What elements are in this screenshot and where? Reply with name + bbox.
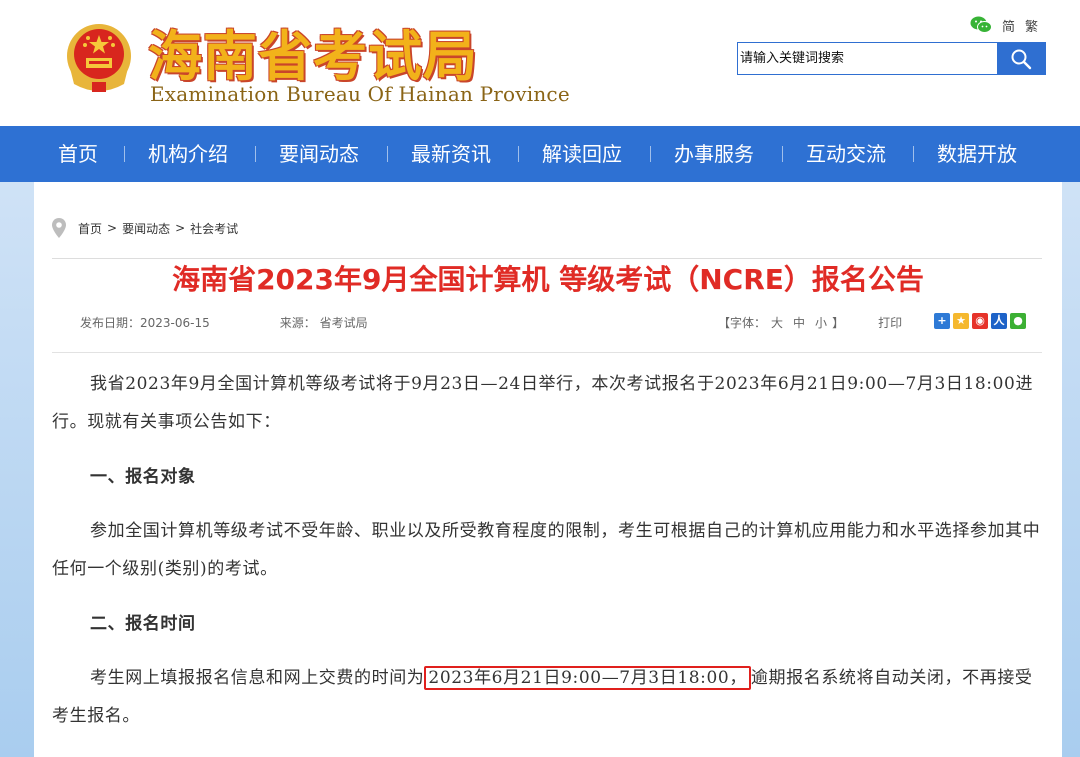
print-button[interactable]: 打印	[878, 314, 902, 331]
nav-item-services[interactable]: 办事服务	[674, 126, 754, 182]
lang-simplified-link[interactable]: 简	[1002, 16, 1015, 35]
share-qzone-icon[interactable]: ★	[953, 313, 969, 329]
nav-separator	[650, 146, 651, 162]
breadcrumb: 首页 > 要闻动态 > 社会考试	[52, 218, 238, 238]
highlighted-registration-time: 2023年6月21日9:00—7月3日18:00，	[424, 666, 751, 690]
article-paragraph: 考生网上填报报名信息和网上交费的时间为 2023年6月21日9:00—7月3日18…	[52, 659, 1042, 735]
font-size-large-button[interactable]: 大	[771, 314, 783, 331]
font-size-medium-button[interactable]: 中	[793, 314, 805, 331]
site-header: 海南省考试局 Examination Bureau Of Hainan Prov…	[0, 0, 1080, 126]
national-emblem-icon	[67, 24, 131, 92]
publish-date-value: 2023-06-15	[140, 316, 210, 330]
source-label: 来源：	[279, 316, 316, 330]
side-background-left	[0, 182, 34, 757]
nav-item-latest[interactable]: 最新资讯	[411, 126, 491, 182]
divider	[52, 258, 1042, 259]
nav-separator	[913, 146, 914, 162]
search-icon	[1011, 49, 1032, 69]
share-plus-icon[interactable]: +	[934, 313, 950, 329]
nav-item-about[interactable]: 机构介绍	[148, 126, 228, 182]
article-title: 海南省2023年9月全国计算机 等级考试（NCRE）报名公告	[172, 263, 924, 296]
article-panel: 首页 > 要闻动态 > 社会考试 海南省2023年9月全国计算机 等级考试（NC…	[34, 182, 1062, 757]
nav-item-interpretation[interactable]: 解读回应	[542, 126, 622, 182]
publish-date-label: 发布日期：	[80, 316, 141, 330]
nav-item-home[interactable]: 首页	[58, 126, 98, 182]
wechat-icon[interactable]	[970, 15, 992, 35]
font-size-label-open: 【字体：	[718, 316, 767, 330]
font-size-label-close: 】	[832, 316, 845, 330]
share-wechat-icon[interactable]: ●	[1010, 313, 1026, 329]
article-paragraph: 参加全国计算机等级考试不受年龄、职业以及所受教育程度的限制，考生可根据自己的计算…	[52, 521, 1041, 579]
publish-date: 发布日期：2023-06-15	[80, 314, 210, 331]
section-heading: 二、报名时间	[90, 614, 196, 634]
search-box	[737, 42, 1046, 75]
search-input[interactable]	[738, 43, 997, 74]
nav-item-open-data[interactable]: 数据开放	[937, 126, 1017, 182]
nav-separator	[518, 146, 519, 162]
language-bar: 简 繁	[970, 14, 1038, 36]
article-meta: 发布日期：2023-06-15 来源： 省考试局	[80, 314, 368, 331]
divider	[52, 352, 1042, 353]
article-paragraph: 我省2023年9月全国计算机等级考试将于9月23日—24日举行，本次考试报名于2…	[52, 374, 1034, 432]
nav-separator	[387, 146, 388, 162]
breadcrumb-news[interactable]: 要闻动态	[122, 220, 170, 237]
share-renren-icon[interactable]: 人	[991, 313, 1007, 329]
font-size-small-button[interactable]: 小	[815, 314, 827, 331]
paragraph-text: 考生网上填报报名信息和网上交费的时间为	[90, 668, 425, 688]
main-nav: 首页 机构介绍 要闻动态 最新资讯 解读回应 办事服务 互动交流 数据开放	[0, 126, 1080, 182]
nav-separator	[124, 146, 125, 162]
breadcrumb-social-exams[interactable]: 社会考试	[190, 220, 238, 237]
breadcrumb-separator: >	[175, 221, 186, 235]
nav-separator	[255, 146, 256, 162]
article-tools: 【字体： 大 中 小 】 打印	[718, 314, 902, 331]
section-heading: 一、报名对象	[90, 467, 196, 487]
breadcrumb-separator: >	[107, 221, 118, 235]
share-bar: + ★ ◉ 人 ●	[934, 313, 1026, 329]
site-title: 海南省考试局	[148, 25, 478, 88]
nav-item-interaction[interactable]: 互动交流	[806, 126, 886, 182]
share-weibo-icon[interactable]: ◉	[972, 313, 988, 329]
source-value: 省考试局	[319, 316, 368, 330]
side-background-right	[1062, 182, 1080, 757]
lang-traditional-link[interactable]: 繁	[1025, 16, 1038, 35]
breadcrumb-home[interactable]: 首页	[78, 220, 102, 237]
search-button[interactable]	[997, 43, 1045, 74]
location-pin-icon	[52, 218, 66, 238]
nav-separator	[782, 146, 783, 162]
article-source: 来源： 省考试局	[280, 314, 368, 331]
nav-item-news[interactable]: 要闻动态	[279, 126, 359, 182]
site-subtitle: Examination Bureau Of Hainan Province	[150, 82, 570, 106]
